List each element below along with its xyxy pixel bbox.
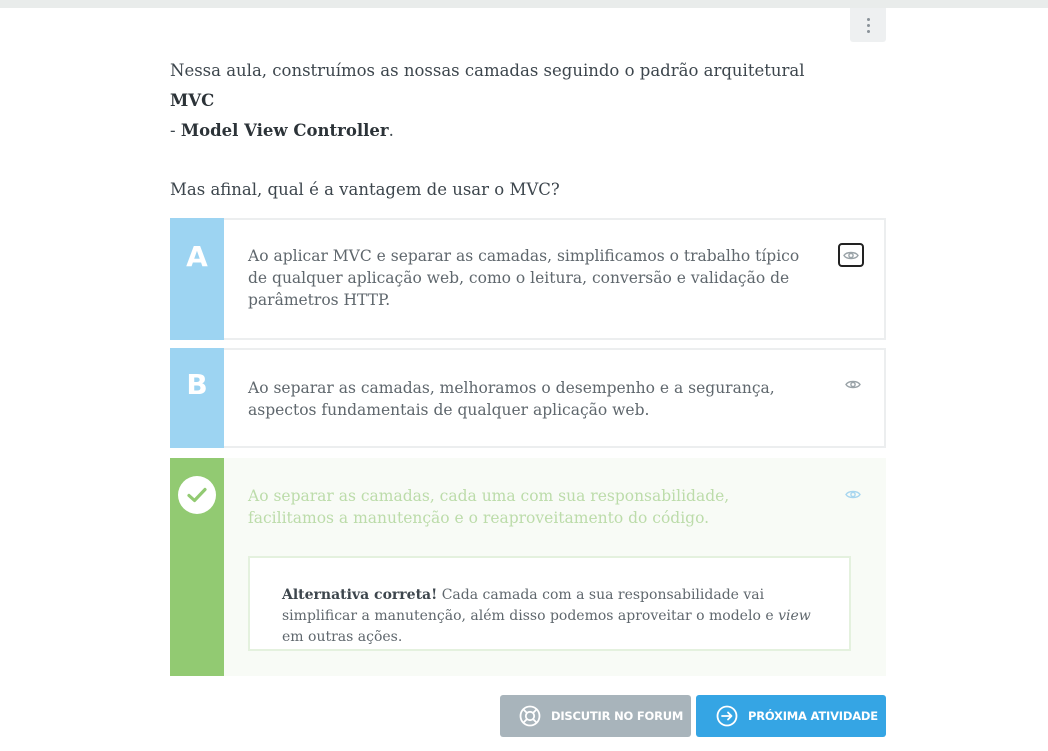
arrow-right-circle-icon (716, 705, 738, 727)
feedback-box: Alternativa correta! Cada camada com a s… (248, 556, 851, 651)
kebab-dot (866, 17, 870, 21)
question-intro: Nessa aula, construímos as nossas camada… (170, 61, 805, 140)
correct-marker (170, 458, 224, 676)
kebab-menu-icon[interactable] (850, 8, 886, 42)
alternative-letter: B (170, 348, 224, 448)
check-icon (178, 476, 216, 514)
eye-icon[interactable] (840, 372, 866, 396)
eye-icon[interactable] (838, 243, 864, 267)
mvc-bold: MVC (170, 91, 215, 110)
alternative-text: Ao separar as camadas, melhoramos o dese… (248, 379, 775, 419)
question-block: Nessa aula, construímos as nossas camada… (170, 56, 850, 205)
alternative-a[interactable]: A Ao aplicar MVC e separar as camadas, s… (170, 218, 886, 340)
button-label: DISCUTIR NO FORUM (551, 709, 684, 723)
top-bar (0, 0, 1048, 8)
button-label: PRÓXIMA ATIVIDADE (748, 709, 878, 723)
mvc-full-name: Model View Controller (180, 121, 389, 140)
lifebuoy-icon (519, 705, 541, 727)
alternative-text: Ao aplicar MVC e separar as camadas, sim… (248, 247, 800, 309)
next-activity-button[interactable]: PRÓXIMA ATIVIDADE (696, 695, 886, 737)
alternative-correct[interactable]: Ao separar as camadas, cada uma com sua … (170, 458, 886, 676)
question-text: Mas afinal, qual é a vantagem de usar o … (170, 180, 560, 199)
alternative-b[interactable]: B Ao separar as camadas, melhoramos o de… (170, 348, 886, 448)
feedback-title: Alternativa correta! (282, 587, 438, 603)
eye-icon[interactable] (840, 482, 866, 506)
kebab-dot (866, 23, 870, 27)
discuss-forum-button[interactable]: DISCUTIR NO FORUM (500, 695, 691, 737)
alternative-text: Ao separar as camadas, cada uma com sua … (248, 487, 730, 527)
alternative-letter: A (170, 218, 224, 340)
kebab-dot (866, 29, 870, 33)
